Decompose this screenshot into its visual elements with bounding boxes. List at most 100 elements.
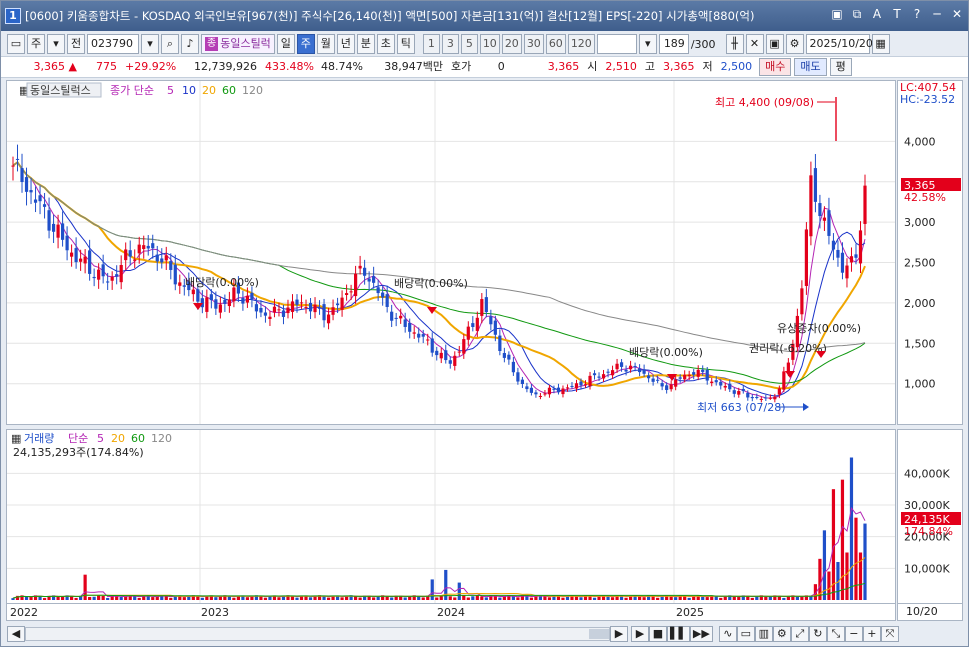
minute-option[interactable]: 1 — [422, 34, 440, 54]
candle-body — [376, 287, 380, 294]
candle-body — [42, 204, 47, 207]
volume-bar — [430, 579, 434, 600]
tab-tick[interactable]: 틱 — [396, 34, 415, 54]
tab-week[interactable]: 주 — [296, 34, 315, 54]
close-icon[interactable]: ✕ — [950, 7, 964, 21]
font-icon[interactable]: A — [870, 7, 884, 21]
draw-tool-icon[interactable]: ∿ — [718, 626, 737, 642]
candle-body — [565, 387, 570, 389]
period-dropdown-icon[interactable]: ▾ — [638, 34, 657, 54]
tab-minute[interactable]: 분 — [356, 34, 375, 54]
candle-body — [313, 304, 317, 313]
scroll-thumb[interactable] — [589, 629, 609, 639]
candle-body — [651, 378, 655, 382]
minimize-icon[interactable]: ─ — [930, 7, 944, 21]
candle-body — [79, 258, 83, 262]
tab-month[interactable]: 월 — [316, 34, 335, 54]
candle-icon[interactable]: ╫ — [725, 34, 744, 54]
minute-option[interactable]: 30 — [523, 34, 544, 54]
candle-body — [583, 384, 588, 386]
volume-bar — [42, 598, 47, 600]
layout-icon[interactable]: ▣ — [830, 7, 844, 21]
minute-option[interactable]: 10 — [479, 34, 500, 54]
cross-icon[interactable]: ✕ — [745, 34, 764, 54]
fast-forward-icon[interactable]: ▶▶ — [689, 626, 713, 642]
candle-body — [439, 352, 443, 359]
candle-body — [286, 307, 290, 314]
scroll-right-icon[interactable]: ▶ — [610, 626, 628, 642]
text-icon[interactable]: T — [890, 7, 904, 21]
candle-body — [354, 273, 358, 297]
tab-year[interactable]: 년 — [336, 34, 355, 54]
volume-bar — [516, 597, 520, 600]
candle-body — [840, 252, 845, 273]
volume-bar — [719, 597, 723, 600]
app-number-icon[interactable]: 1 — [5, 8, 21, 24]
candle-body — [710, 381, 714, 384]
volume-chart[interactable]: ▦ 거래량 단순 5 20 60 120 24,135,293주(174.84%… — [6, 429, 896, 604]
date-input[interactable]: 2025/10/20 — [805, 34, 873, 54]
zoom-out-icon[interactable]: − — [844, 626, 863, 642]
eval-button[interactable]: 평 — [829, 58, 852, 76]
minute-option[interactable]: 5 — [460, 34, 478, 54]
stock-name-field[interactable]: 종 동일스틸럭 — [201, 34, 275, 54]
minute-option[interactable]: 20 — [501, 34, 522, 54]
refresh-icon[interactable]: ↻ — [808, 626, 827, 642]
sell-button[interactable]: 매도 — [794, 58, 827, 76]
zoom-in-icon[interactable]: + — [862, 626, 881, 642]
candle-body — [773, 396, 777, 400]
stock-code-input[interactable]: 023790 — [87, 34, 139, 54]
candle-body — [51, 223, 56, 232]
candle-body — [11, 165, 15, 167]
mode-select[interactable]: 주 — [27, 34, 45, 54]
up-arrow-icon: ▲ — [68, 60, 77, 73]
code-dropdown-icon[interactable]: ▾ — [141, 34, 159, 54]
candle-body — [570, 385, 574, 387]
fullscreen-icon[interactable]: ⤧ — [880, 626, 899, 642]
save-icon[interactable]: ▣ — [765, 34, 784, 54]
annotation-rights: 권리락(-6.20%) — [749, 342, 827, 355]
minute-option[interactable]: 60 — [545, 34, 566, 54]
help-icon[interactable]: ? — [910, 7, 924, 21]
pause-icon[interactable]: ▌▌ — [667, 626, 690, 642]
minute-option[interactable]: 120 — [567, 34, 595, 54]
calendar-icon[interactable]: ▦ — [871, 34, 890, 54]
volume-bar — [854, 517, 858, 600]
candle-body — [768, 397, 772, 399]
volume-bar — [155, 596, 159, 600]
tab-day[interactable]: 일 — [276, 34, 295, 54]
sound-icon[interactable]: ♪ — [181, 34, 199, 54]
tab-second[interactable]: 초 — [376, 34, 395, 54]
duplicate-icon[interactable]: ⧉ — [850, 7, 864, 21]
candle-body — [205, 297, 209, 312]
volume-bar — [561, 597, 565, 600]
search-icon[interactable]: ⌕ — [161, 34, 179, 54]
play-icon[interactable]: ▶ — [631, 626, 649, 642]
expand-icon[interactable]: ⤡ — [826, 626, 845, 642]
prev-button[interactable]: 전 — [67, 34, 85, 54]
candle-body — [507, 354, 511, 360]
candle-body — [520, 379, 524, 384]
candle-body — [47, 210, 51, 231]
bars-icon[interactable]: ▥ — [754, 626, 773, 642]
volume-menu-icon[interactable]: ▦ — [11, 432, 21, 445]
chevron-down-icon[interactable]: ▾ — [47, 34, 65, 54]
custom-period-input[interactable] — [596, 34, 637, 54]
stop-icon[interactable]: ■ — [649, 626, 667, 642]
candle-body — [115, 274, 119, 277]
scroll-left-icon[interactable]: ◀ — [7, 626, 25, 642]
price-chart[interactable]: 최고 4,400 (09/08) 최저 663 (07/28) 배당락(0.00%)… — [6, 80, 896, 425]
settings-icon[interactable]: ⚙ — [785, 34, 804, 54]
minute-option[interactable]: 3 — [441, 34, 459, 54]
fit-icon[interactable]: ⤢ — [790, 626, 809, 642]
layout-toggle-icon[interactable]: ▭ — [7, 34, 25, 54]
buy-button[interactable]: 매수 — [759, 58, 792, 76]
candle-body — [849, 256, 854, 263]
hc-label: HC:-23.52 — [900, 93, 955, 106]
horizontal-scrollbar[interactable] — [25, 627, 610, 641]
volume-bar — [610, 597, 615, 600]
ruler-icon[interactable]: ▭ — [736, 626, 755, 642]
gear-icon[interactable]: ⚙ — [772, 626, 791, 642]
volume-bar — [187, 596, 191, 600]
count-input[interactable]: 189 — [658, 34, 689, 54]
